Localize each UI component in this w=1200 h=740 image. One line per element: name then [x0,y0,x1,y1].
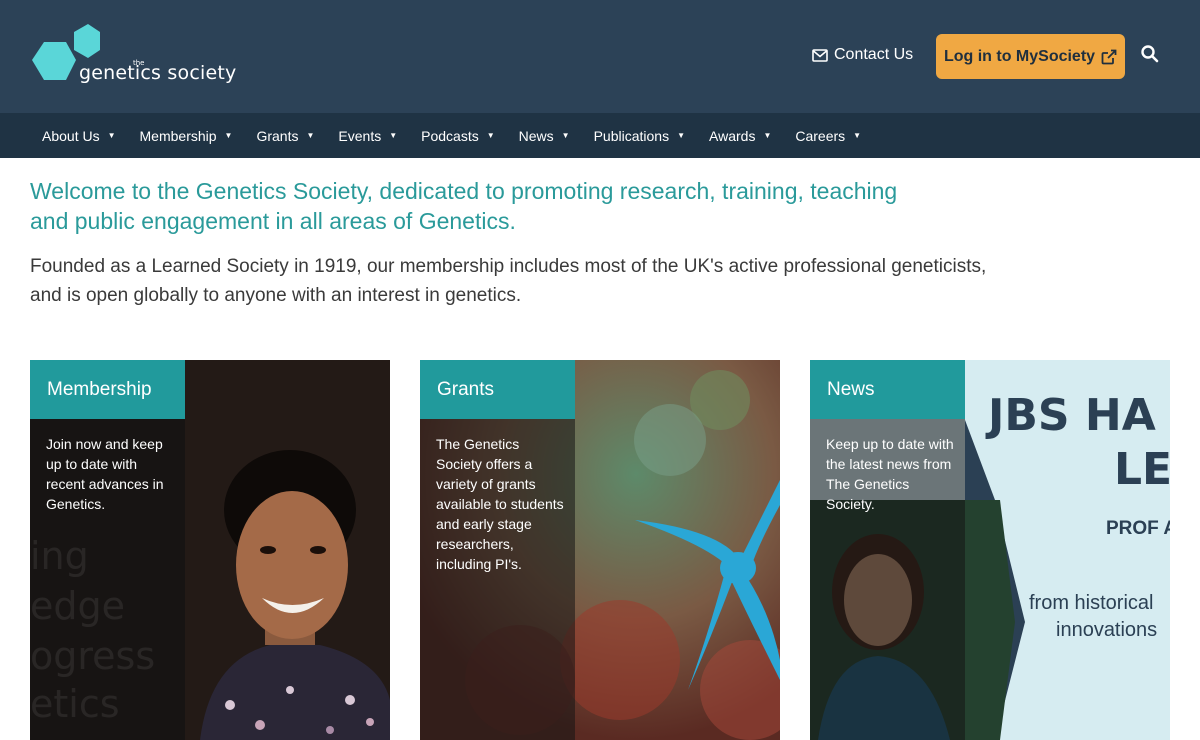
contact-us-link[interactable]: Contact Us [812,46,913,64]
caret-down-icon: ▼ [107,131,116,140]
nav-item-awards[interactable]: Awards ▼ [697,113,783,158]
search-icon [1141,45,1159,63]
nav-label: Membership [139,127,217,144]
welcome-heading: Welcome to the Genetics Society, dedicat… [30,178,898,234]
ghost-text: edge [30,584,125,628]
main-nav: About Us ▼ Membership ▼ Grants ▼ Events ▼ Po… [0,113,1200,158]
card-title: Membership [30,360,185,419]
nav-item-podcasts[interactable]: Podcasts ▼ [409,113,507,158]
nav-item-events[interactable]: Events ▼ [326,113,409,158]
news-art-title: LE [1114,444,1170,495]
nav-label: Events [338,127,382,144]
news-art-caption: from historical [1029,592,1154,614]
card-title: News [810,360,965,419]
nav-label: Publications [593,127,670,144]
card-description: Keep up to date with the latest news fro… [826,436,954,512]
nav-label: Grants [256,127,299,144]
nav-label: About Us [42,127,100,144]
intro-paragraph: Founded as a Learned Society in 1919, ou… [30,256,987,306]
nav-label: Awards [709,127,756,144]
card-description: Join now and keep up to date with recent… [46,436,164,512]
card-title: Grants [420,360,575,419]
caret-down-icon: ▼ [561,131,570,140]
nav-item-publications[interactable]: Publications ▼ [582,113,697,158]
caret-down-icon: ▼ [853,131,862,140]
news-art-caption: innovations [1056,619,1158,641]
nav-item-careers[interactable]: Careers ▼ [783,113,873,158]
ghost-text: ogress [30,634,156,678]
membership-card[interactable]: ing edge ogress etics Membership Join no… [30,360,390,740]
news-card[interactable]: JBS HA LE PROF A from historical innovat… [810,360,1170,740]
news-art-subtitle: PROF A [1106,518,1170,539]
caret-down-icon: ▼ [763,131,772,140]
site-header: the genetics society Contact Us Log in t… [0,0,1200,113]
card-description: The Genetics Society offers a variety of… [436,436,564,572]
site-logo[interactable]: the genetics society [30,24,240,88]
nav-label: News [518,127,554,144]
nav-item-about-us[interactable]: About Us ▼ [30,113,128,158]
logo-text: genetics society [79,62,237,84]
contact-us-label: Contact Us [834,46,914,63]
caret-down-icon: ▼ [389,131,398,140]
nav-label: Careers [795,127,846,144]
ghost-text: etics [30,682,120,726]
login-mysociety-button[interactable]: Log in to MySociety [936,34,1125,79]
nav-item-membership[interactable]: Membership ▼ [128,113,245,158]
caret-down-icon: ▼ [486,131,495,140]
caret-down-icon: ▼ [224,131,233,140]
caret-down-icon: ▼ [677,131,686,140]
search-button[interactable] [1140,44,1160,64]
envelope-icon [812,48,828,62]
caret-down-icon: ▼ [306,131,315,140]
ghost-text: ing [30,534,89,578]
login-button-label: Log in to MySociety [943,47,1096,65]
nav-label: Podcasts [421,127,479,144]
nav-item-news[interactable]: News ▼ [507,113,582,158]
external-link-icon [1101,49,1117,64]
news-art-title: JBS HA [988,390,1156,441]
grants-card[interactable]: Grants The Genetics Society offers a var… [420,360,780,740]
nav-item-grants[interactable]: Grants ▼ [244,113,326,158]
